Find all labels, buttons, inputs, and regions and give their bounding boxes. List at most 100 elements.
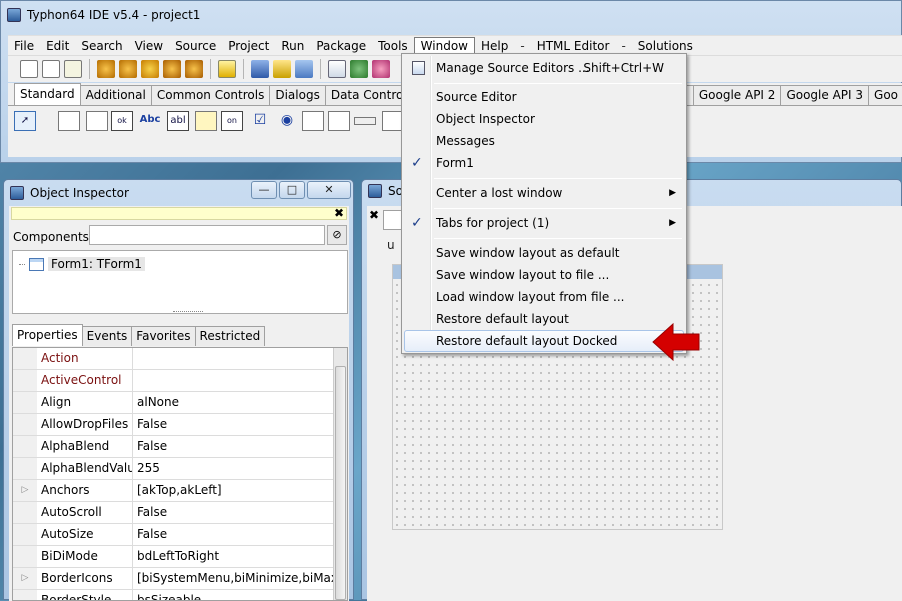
menu-source[interactable]: Source — [169, 37, 222, 55]
new-form-icon[interactable] — [42, 60, 60, 78]
property-value[interactable] — [133, 370, 347, 391]
source-editor-title-bar[interactable]: So — [368, 184, 403, 198]
menu-item-save-layout-default[interactable]: Save window layout as default — [404, 242, 684, 264]
property-value[interactable]: False — [133, 414, 347, 435]
property-row[interactable]: AllowDropFiles False — [13, 414, 347, 436]
property-row[interactable]: AutoSize False — [13, 524, 347, 546]
save-all-icon[interactable] — [273, 60, 291, 78]
property-row[interactable]: AlphaBlendValue 255 — [13, 458, 347, 480]
button-component-icon[interactable]: ok — [111, 111, 133, 131]
property-value[interactable]: 255 — [133, 458, 347, 479]
menu-item-object-inspector[interactable]: Object Inspector — [404, 108, 684, 130]
menu-item-manage-source-editors[interactable]: Manage Source Editors ... Shift+Ctrl+W — [404, 57, 684, 79]
open-folder-icon[interactable] — [218, 60, 236, 78]
menu-package[interactable]: Package — [310, 37, 372, 55]
tab-google-api-2[interactable]: Google API 2 — [692, 85, 782, 105]
expand-icon[interactable]: ▷ — [13, 568, 37, 589]
combobox-component-icon[interactable] — [328, 111, 350, 131]
property-grid-scrollbar[interactable] — [333, 348, 347, 600]
property-value[interactable]: [akTop,akLeft] — [133, 480, 347, 501]
package-install-icon[interactable] — [185, 60, 203, 78]
property-value[interactable]: [biSystemMenu,biMinimize,biMaxim — [133, 568, 347, 589]
menu-solutions[interactable]: Solutions — [632, 37, 699, 55]
menu-help[interactable]: Help — [475, 37, 514, 55]
memo-component-icon[interactable] — [195, 111, 217, 131]
edit-component-icon[interactable]: abl — [167, 111, 189, 131]
property-row[interactable]: BorderStyle bsSizeable — [13, 590, 347, 600]
tree-item-form1[interactable]: Form1: TForm1 — [19, 257, 145, 271]
property-row[interactable]: ActiveControl — [13, 370, 347, 392]
menu-item-center-lost-window[interactable]: Center a lost window ▶ — [404, 182, 684, 204]
menu-tools[interactable]: Tools — [372, 37, 414, 55]
tab-favorites[interactable]: Favorites — [131, 326, 196, 346]
options-icon[interactable] — [328, 60, 346, 78]
expand-icon[interactable]: ▷ — [13, 480, 37, 501]
menu-item-restore-default-layout[interactable]: Restore default layout — [404, 308, 684, 330]
filter-clear-icon[interactable]: ⊘ — [327, 225, 347, 245]
label-component-icon[interactable]: Abc — [139, 111, 161, 131]
splitter-handle[interactable] — [173, 311, 203, 312]
property-row[interactable]: AutoScroll False — [13, 502, 347, 524]
main-title-bar[interactable]: Typhon64 IDE v5.4 - project1 — [7, 5, 200, 25]
property-value[interactable]: bsSizeable — [133, 590, 347, 600]
menu-item-source-editor[interactable]: Source Editor — [404, 86, 684, 108]
save-icon[interactable] — [251, 60, 269, 78]
property-row[interactable]: BiDiMode bdLeftToRight — [13, 546, 347, 568]
tab-additional[interactable]: Additional — [79, 85, 152, 105]
tab-restricted[interactable]: Restricted — [194, 326, 266, 346]
property-value[interactable]: False — [133, 524, 347, 545]
menu-project[interactable]: Project — [222, 37, 275, 55]
toggle-box-icon[interactable]: on — [221, 111, 243, 131]
tools-icon[interactable] — [372, 60, 390, 78]
property-row[interactable]: Action — [13, 348, 347, 370]
menu-html-editor[interactable]: HTML Editor — [531, 37, 616, 55]
package-open-icon[interactable] — [119, 60, 137, 78]
menu-search[interactable]: Search — [75, 37, 128, 55]
menu-window[interactable]: Window — [413, 36, 475, 55]
property-row[interactable]: ▷ BorderIcons [biSystemMenu,biMinimize,biM… — [13, 568, 347, 590]
menu-file[interactable]: File — [8, 37, 40, 55]
checkbox-component-icon[interactable]: ☑ — [249, 111, 271, 131]
tab-standard[interactable]: Standard — [14, 83, 81, 105]
close-icon[interactable]: ✖ — [334, 206, 344, 220]
package-compile-icon[interactable] — [163, 60, 181, 78]
maximize-button[interactable]: □ — [279, 181, 305, 199]
radio-component-icon[interactable]: ◉ — [276, 111, 298, 131]
menu-edit[interactable]: Edit — [40, 37, 75, 55]
menu-item-tabs-for-project[interactable]: ✓ Tabs for project (1) ▶ — [404, 212, 684, 234]
close-button[interactable]: ✕ — [307, 181, 351, 199]
property-value[interactable]: False — [133, 502, 347, 523]
tab-dialogs[interactable]: Dialogs — [269, 85, 326, 105]
package-icon[interactable] — [97, 60, 115, 78]
menu-item-load-layout-file[interactable]: Load window layout from file ... — [404, 286, 684, 308]
minimize-button[interactable]: — — [251, 181, 277, 199]
menu-item-form1[interactable]: ✓ Form1 — [404, 152, 684, 174]
menu-item-messages[interactable]: Messages — [404, 130, 684, 152]
tab-events[interactable]: Events — [81, 326, 133, 346]
property-value[interactable]: bdLeftToRight — [133, 546, 347, 567]
menu-item-restore-default-layout-docked[interactable]: Restore default layout Docked — [404, 330, 684, 352]
popup-menu-icon[interactable] — [86, 111, 108, 131]
property-value[interactable] — [133, 348, 347, 369]
property-row[interactable]: AlphaBlend False — [13, 436, 347, 458]
object-inspector-title-bar[interactable]: Object Inspector — [10, 184, 129, 202]
package-add-icon[interactable] — [141, 60, 159, 78]
pointer-tool-icon[interactable]: ➚ — [14, 111, 36, 131]
windows-icon[interactable] — [295, 60, 313, 78]
scrollbar-thumb[interactable] — [335, 366, 346, 600]
close-tab-icon[interactable]: ✖ — [369, 208, 379, 222]
menu-run[interactable]: Run — [275, 37, 310, 55]
listbox-component-icon[interactable] — [302, 111, 324, 131]
tab-common-controls[interactable]: Common Controls — [150, 85, 271, 105]
menu-item-save-layout-file[interactable]: Save window layout to file ... — [404, 264, 684, 286]
tab-google-more[interactable]: Goo — [868, 85, 902, 105]
menu-view[interactable]: View — [129, 37, 169, 55]
property-row[interactable]: Align alNone — [13, 392, 347, 414]
build-icon[interactable] — [350, 60, 368, 78]
property-row[interactable]: ▷ Anchors [akTop,akLeft] — [13, 480, 347, 502]
tab-properties[interactable]: Properties — [12, 324, 83, 346]
property-value[interactable]: False — [133, 436, 347, 457]
new-file-icon[interactable] — [20, 60, 38, 78]
main-menu-icon[interactable] — [58, 111, 80, 131]
tab-google-api-3[interactable]: Google API 3 — [780, 85, 870, 105]
